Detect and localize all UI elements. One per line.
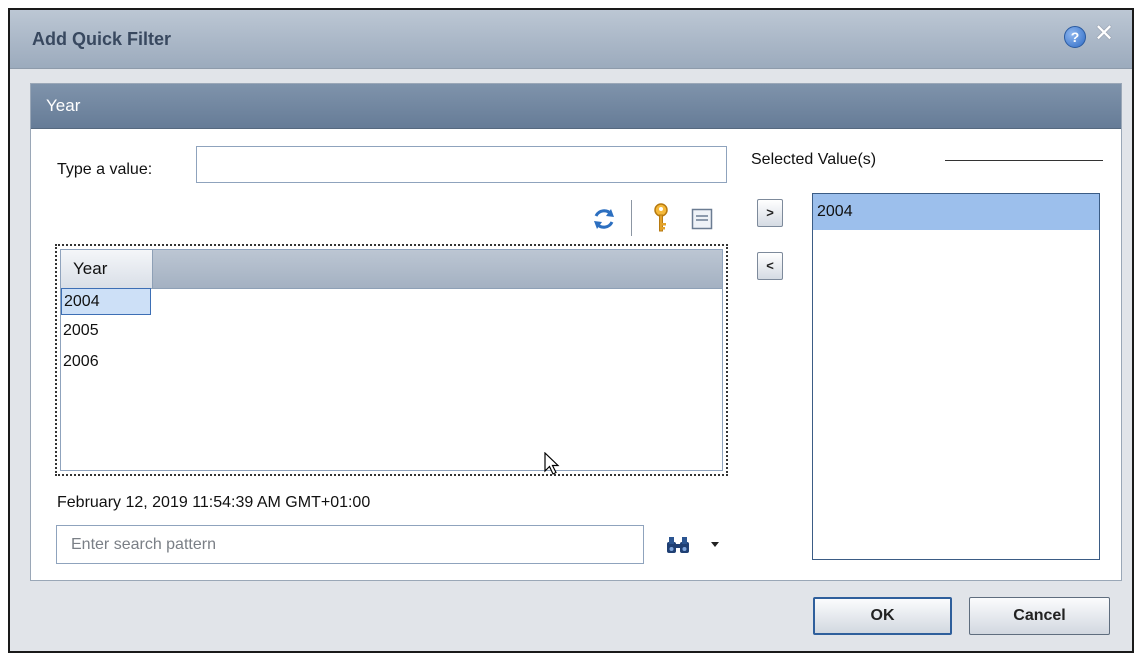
filter-panel: Year Type a value: Year 2004 2005 2006 F… — [30, 83, 1122, 581]
binoculars-icon[interactable] — [665, 536, 693, 554]
collapse-icon[interactable] — [691, 208, 713, 230]
type-value-label: Type a value: — [57, 161, 153, 178]
add-value-button[interactable]: > — [757, 199, 783, 227]
grid-row[interactable]: 2004 — [61, 288, 151, 315]
search-options-dropdown-icon[interactable] — [711, 542, 719, 547]
help-icon[interactable]: ? — [1064, 26, 1086, 48]
grid-column-year[interactable]: Year — [61, 250, 153, 288]
add-quick-filter-dialog: Add Quick Filter ? ✕ Year Type a value: — [8, 8, 1134, 653]
last-refresh-timestamp: February 12, 2019 11:54:39 AM GMT+01:00 — [57, 494, 371, 511]
grid-row[interactable]: 2005 — [61, 317, 151, 344]
toolbar-separator — [631, 200, 632, 236]
dialog-title-bar[interactable]: Add Quick Filter ? ✕ — [10, 10, 1132, 69]
selected-values-divider — [945, 160, 1103, 161]
grid-header-filler — [153, 250, 722, 288]
cancel-button[interactable]: Cancel — [969, 597, 1110, 635]
selected-values-list[interactable]: 2004 — [812, 193, 1100, 560]
search-input[interactable] — [56, 525, 644, 564]
type-value-input[interactable] — [196, 146, 727, 183]
values-grid-body: Year 2004 2005 2006 — [60, 249, 723, 471]
grid-header: Year — [61, 250, 722, 289]
selected-values-label: Selected Value(s) — [751, 151, 877, 168]
values-grid: Year 2004 2005 2006 — [55, 244, 728, 476]
close-icon[interactable]: ✕ — [1092, 22, 1116, 46]
remove-value-button[interactable]: < — [757, 252, 783, 280]
panel-header: Year — [31, 84, 1121, 129]
ok-button[interactable]: OK — [813, 597, 952, 635]
grid-row[interactable]: 2006 — [61, 348, 151, 375]
selected-value-item[interactable]: 2004 — [813, 194, 1099, 230]
key-icon[interactable] — [652, 202, 670, 234]
refresh-icon[interactable] — [591, 206, 617, 232]
panel-header-title: Year — [46, 96, 81, 115]
dialog-title: Add Quick Filter — [32, 29, 172, 49]
mouse-pointer-icon — [544, 452, 560, 475]
